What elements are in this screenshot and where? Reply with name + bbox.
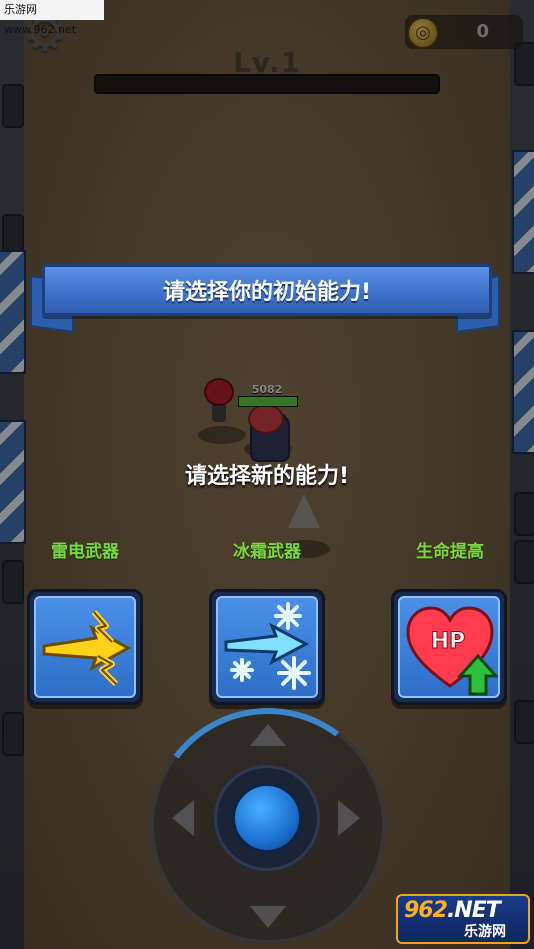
ability-card-hp[interactable]: HP	[391, 589, 507, 705]
joystick-right-arrow-icon	[338, 800, 360, 836]
logo-main-suffix: .NET	[446, 898, 501, 923]
ability-label-frost: 冰霜武器	[233, 542, 301, 562]
joystick-down-arrow-icon	[250, 906, 286, 928]
frost-arrow-icon	[224, 602, 311, 690]
ability-card-face	[216, 596, 318, 698]
logo-main-prefix: 962	[404, 898, 448, 923]
joystick-left-arrow-icon	[172, 800, 194, 836]
logo-main-text: 962.NET	[404, 898, 501, 923]
ability-card-frost[interactable]	[209, 589, 325, 705]
ability-card-face	[34, 596, 136, 698]
site-logo: 962.NET 乐游网	[396, 894, 530, 944]
ability-card-face: HP	[398, 596, 500, 698]
joystick-up-arrow-icon	[250, 724, 286, 746]
top-watermark: 乐游网 www.962.net	[0, 0, 104, 36]
joystick-knob[interactable]	[232, 783, 302, 853]
logo-sub-text: 乐游网	[464, 924, 506, 940]
title-ribbon: 请选择你的初始能力!	[42, 264, 492, 316]
game-screen: ⚙ ◎ 0 Lv.1 5082 请选择你的初始能力! 请选择新的能力! 雷电武器…	[0, 0, 534, 949]
choose-ability-prompt: 请选择新的能力!	[184, 464, 350, 489]
ability-label-lightning: 雷电武器	[51, 542, 119, 562]
hp-heart-up-icon: HP	[406, 606, 498, 696]
ability-card-lightning[interactable]	[27, 589, 143, 705]
ability-label-hp: 生命提高	[416, 542, 484, 562]
svg-text:HP: HP	[431, 629, 466, 654]
ribbon-title: 请选择你的初始能力!	[162, 280, 372, 305]
lightning-arrow-icon	[42, 610, 132, 687]
